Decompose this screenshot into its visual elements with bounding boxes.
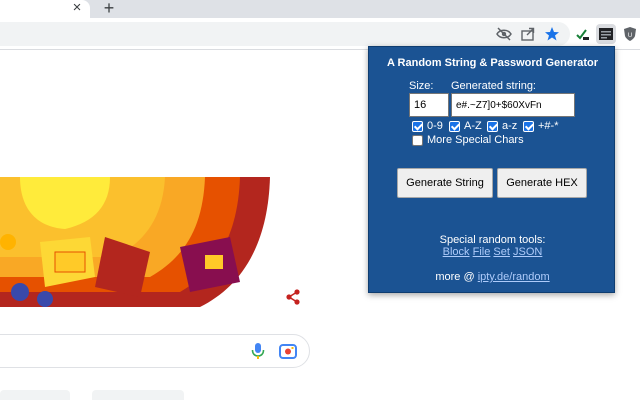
option-more-special[interactable]: More Special Chars: [412, 133, 524, 147]
generate-hex-button[interactable]: Generate HEX: [497, 168, 587, 198]
generated-string-label: Generated string:: [451, 80, 536, 92]
symbols-label: +#-*: [538, 120, 559, 132]
lowercase-checkbox[interactable]: [487, 120, 498, 132]
tab-close-icon[interactable]: ×: [70, 0, 84, 16]
extension-shield-icon[interactable]: U: [620, 24, 640, 44]
svg-text:U: U: [628, 33, 632, 39]
eye-off-icon[interactable]: [496, 26, 512, 42]
tool-link-set[interactable]: Set: [493, 246, 510, 258]
new-tab-icon[interactable]: +: [100, 0, 118, 17]
generated-string-field[interactable]: [451, 93, 575, 117]
share-page-icon[interactable]: [520, 26, 536, 42]
shortcut-tile[interactable]: [92, 390, 184, 400]
extension-random-generator-icon[interactable]: [596, 24, 616, 44]
more-special-label: More Special Chars: [427, 134, 524, 146]
doodle-share-icon[interactable]: [284, 288, 302, 306]
tool-link-json[interactable]: JSON: [513, 246, 542, 258]
lens-search-icon[interactable]: [279, 343, 297, 359]
more-link[interactable]: ipty.de/random: [478, 271, 550, 283]
address-bar[interactable]: [0, 22, 570, 46]
tab-strip: × +: [0, 0, 640, 18]
size-label: Size:: [409, 80, 434, 92]
browser-window: × + U A Random String & Password Generat…: [0, 0, 640, 400]
size-input[interactable]: [409, 93, 449, 117]
bookmark-star-icon[interactable]: [544, 26, 560, 42]
doodle-image[interactable]: [0, 177, 270, 307]
generate-string-button[interactable]: Generate String: [397, 168, 493, 198]
option-uppercase[interactable]: A-Z: [449, 119, 482, 133]
more-special-checkbox[interactable]: [412, 134, 423, 146]
option-symbols[interactable]: +#-*: [523, 119, 559, 133]
more-prefix: more @: [435, 271, 475, 283]
active-tab[interactable]: ×: [0, 0, 90, 18]
option-digits[interactable]: 0-9: [412, 119, 443, 133]
tool-link-block[interactable]: Block: [443, 246, 470, 258]
uppercase-label: A-Z: [464, 120, 482, 132]
uppercase-checkbox[interactable]: [449, 120, 460, 132]
random-generator-popup: A Random String & Password Generator Siz…: [368, 46, 615, 293]
more-line: more @ ipty.de/random: [369, 271, 616, 283]
shortcut-tile[interactable]: [0, 390, 70, 400]
tool-link-file[interactable]: File: [473, 246, 491, 258]
special-tools-links: Block File Set JSON: [369, 246, 616, 258]
special-tools-title: Special random tools:: [439, 234, 546, 246]
option-lowercase[interactable]: a-z: [487, 119, 517, 133]
digits-label: 0-9: [427, 120, 443, 132]
popup-title: A Random String & Password Generator: [386, 57, 599, 69]
voice-search-icon[interactable]: [250, 342, 266, 360]
digits-checkbox[interactable]: [412, 120, 423, 132]
extension-checkmark-icon[interactable]: [572, 24, 592, 44]
symbols-checkbox[interactable]: [523, 120, 534, 132]
lowercase-label: a-z: [502, 120, 518, 132]
